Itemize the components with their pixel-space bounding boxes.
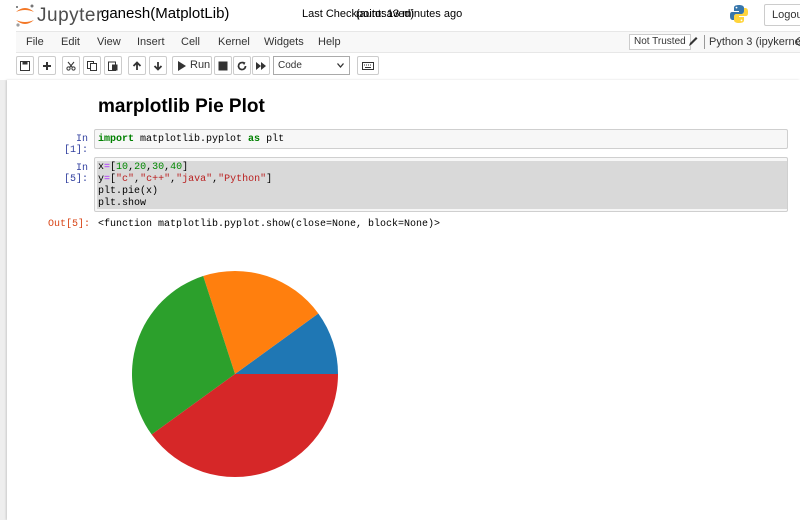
run-button-label: Run [190,59,211,71]
plus-icon [43,61,51,70]
code-line: plt.pie(x) [98,186,159,197]
cell-type-select[interactable]: Code [273,56,350,75]
menu-cell[interactable]: Cell [181,36,200,48]
menu-file[interactable]: File [26,36,44,48]
menu-edit[interactable]: Edit [61,36,80,48]
python-logo-icon [729,4,749,24]
insert-cell-button[interactable] [38,56,56,75]
input-prompt: In [1]: [63,134,88,156]
jupyter-logo-icon [16,4,34,27]
code-cell-input[interactable]: x=[10,20,30,40] y=["c","c++","java","Pyt… [94,157,788,212]
code-line: plt.show [98,198,147,209]
move-up-button[interactable] [128,56,146,75]
save-icon [20,60,30,71]
jupyter-logo[interactable]: Jupyter [14,3,102,29]
kernel-divider [704,35,705,49]
paste-button[interactable] [104,56,122,75]
move-down-button[interactable] [149,56,167,75]
output-prompt: Out[5]: [48,219,91,230]
interrupt-button[interactable] [214,56,232,75]
notebook-title[interactable]: ganesh(MatplotLib) [101,5,229,22]
play-icon [178,60,186,71]
restart-run-all-button[interactable] [252,56,270,75]
trust-button[interactable]: Not Trusted [629,34,691,50]
arrow-down-icon [153,61,163,71]
chevron-down-icon [337,63,344,68]
stop-icon [218,61,228,70]
input-prompt: In [5]: [63,163,88,185]
menubar: File Edit View Insert Cell Kernel Widget… [16,31,800,53]
fast-forward-icon [256,61,266,70]
command-palette-button[interactable] [357,56,379,75]
menu-kernel[interactable]: Kernel [218,36,250,48]
arrow-up-icon [132,60,142,70]
scissors-icon [66,61,76,71]
paste-icon [108,61,118,71]
code-line: x=[10,20,30,40] [98,162,189,173]
copy-icon [87,60,97,71]
kernel-name[interactable]: Python 3 (ipykernel) [709,36,800,48]
menu-insert[interactable]: Insert [137,36,165,48]
restart-button[interactable] [233,56,251,75]
menu-widgets[interactable]: Widgets [264,36,304,48]
notebook-header: Jupyter ganesh(MatplotLib) Last Checkpoi… [0,0,800,30]
toolbar: Run Code [16,55,800,78]
kernel-status-icon [796,37,800,46]
output-text: <function matplotlib.pyplot.show(close=N… [98,219,441,230]
run-button[interactable]: Run [172,56,212,75]
code-line: y=["c","c++","java","Python"] [98,174,273,185]
menu-view[interactable]: View [97,36,121,48]
menu-help[interactable]: Help [318,36,341,48]
jupyter-logo-text: Jupyter [37,5,103,26]
copy-button[interactable] [83,56,101,75]
logout-button[interactable]: Logout [764,4,800,26]
save-button[interactable] [16,56,34,75]
pencil-icon[interactable] [688,36,698,47]
autosave-status: (autosaved) [356,8,415,20]
code-line: import matplotlib.pyplot as plt [98,134,285,145]
keyboard-icon [362,61,374,70]
markdown-heading: marplotlib Pie Plot [98,96,265,117]
cut-button[interactable] [62,56,80,75]
pie-chart [131,271,338,478]
restart-icon [237,61,247,70]
cell-type-value: Code [278,60,302,71]
code-cell-input[interactable]: import matplotlib.pyplot as plt [94,129,788,149]
